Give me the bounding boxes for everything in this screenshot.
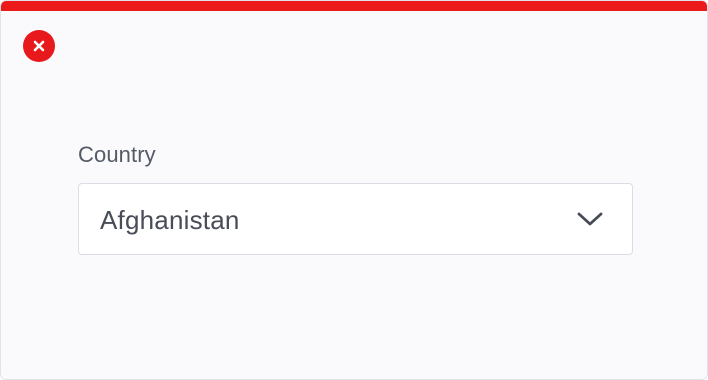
chevron-down-icon[interactable] <box>576 210 604 228</box>
country-select[interactable]: Afghanistan <box>78 183 633 255</box>
country-label: Country <box>78 142 156 167</box>
error-close-icon[interactable] <box>23 30 55 62</box>
country-selected-value: Afghanistan <box>100 205 240 235</box>
error-status-bar <box>1 1 707 11</box>
form-card: Country Afghanistan <box>0 0 708 380</box>
